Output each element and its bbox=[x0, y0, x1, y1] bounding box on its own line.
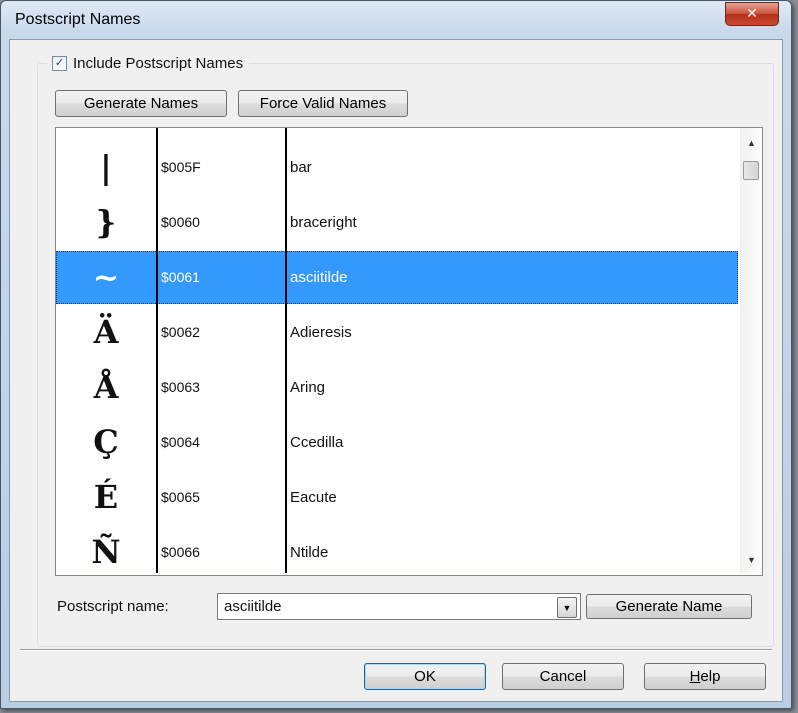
scroll-down-arrow-icon[interactable]: ▼ bbox=[741, 551, 762, 569]
cancel-label: Cancel bbox=[539, 668, 587, 685]
generate-name-label: Generate Name bbox=[615, 598, 723, 615]
code-cell: $005F bbox=[161, 159, 201, 175]
force-valid-names-button[interactable]: Force Valid Names bbox=[238, 90, 408, 117]
column-divider bbox=[156, 128, 158, 573]
glyph-cell: | bbox=[100, 148, 112, 186]
glyph-names-table[interactable]: | $005F bar} $0060 braceright ~ $0061 asciitild… bbox=[55, 127, 763, 576]
window-title: Postscript Names bbox=[15, 11, 141, 28]
name-cell: Ntilde bbox=[290, 544, 329, 561]
dialog-window: Postscript Names ✕ ✓ Include Postscript … bbox=[0, 0, 792, 709]
glyph-cell: Å bbox=[93, 368, 119, 406]
divider bbox=[20, 649, 772, 651]
force-valid-names-label: Force Valid Names bbox=[259, 95, 387, 112]
table-row[interactable]: | $005F bar bbox=[56, 141, 738, 194]
name-cell: Eacute bbox=[290, 489, 337, 506]
help-label: Help bbox=[690, 668, 721, 685]
code-cell: $0061 bbox=[161, 269, 200, 285]
title-bar[interactable]: Postscript Names ✕ bbox=[1, 1, 791, 39]
code-cell: $0065 bbox=[161, 489, 200, 505]
generate-name-button[interactable]: Generate Name bbox=[586, 594, 752, 619]
dialog-client-area: ✓ Include Postscript Names Generate Name… bbox=[9, 39, 783, 702]
code-cell: $0060 bbox=[161, 214, 200, 230]
table-row[interactable]: Ñ $0066 Ntilde bbox=[56, 526, 738, 575]
name-cell: bar bbox=[290, 159, 312, 176]
table-row[interactable]: ~ $0061 asciitilde bbox=[56, 251, 738, 304]
vertical-scrollbar[interactable]: ▲ ▼ bbox=[740, 128, 762, 573]
name-cell: Aring bbox=[290, 379, 326, 396]
table-row[interactable]: } $0060 braceright bbox=[56, 196, 738, 249]
code-cell: $0063 bbox=[161, 379, 200, 395]
help-label-rest: elp bbox=[700, 668, 721, 685]
glyph-cell: É bbox=[93, 478, 119, 516]
generate-names-label: Generate Names bbox=[83, 95, 199, 112]
include-postscript-names-toggle[interactable]: ✓ Include Postscript Names bbox=[47, 55, 250, 72]
column-divider bbox=[285, 128, 287, 573]
close-icon: ✕ bbox=[746, 6, 758, 22]
include-postscript-names-label: Include Postscript Names bbox=[73, 55, 244, 72]
table-row[interactable]: Ä $0062 Adieresis bbox=[56, 306, 738, 359]
code-cell: $0062 bbox=[161, 324, 200, 340]
chevron-down-icon: ▼ bbox=[562, 602, 572, 613]
ok-label: OK bbox=[414, 668, 436, 685]
name-cell: Ccedilla bbox=[290, 434, 344, 451]
scrollbar-thumb[interactable] bbox=[743, 161, 759, 180]
glyph-cell: } bbox=[95, 203, 117, 241]
name-cell: Adieresis bbox=[290, 324, 352, 341]
checkmark-icon: ✓ bbox=[54, 57, 65, 69]
cancel-button[interactable]: Cancel bbox=[502, 663, 624, 690]
close-button[interactable]: ✕ bbox=[725, 2, 779, 26]
code-cell: $0066 bbox=[161, 544, 200, 560]
glyph-cell: ~ bbox=[92, 258, 120, 296]
glyph-cell: Ñ bbox=[91, 533, 121, 571]
postscript-name-combobox[interactable]: asciitilde ▼ bbox=[217, 593, 581, 620]
code-cell: $0064 bbox=[161, 434, 200, 450]
help-mnemonic: H bbox=[689, 668, 701, 685]
scroll-up-arrow-icon[interactable]: ▲ bbox=[741, 134, 762, 152]
name-cell: braceright bbox=[290, 214, 357, 231]
dropdown-arrow-button[interactable]: ▼ bbox=[557, 597, 577, 618]
generate-names-button[interactable]: Generate Names bbox=[55, 90, 227, 117]
help-button[interactable]: Help bbox=[644, 663, 766, 690]
ok-button[interactable]: OK bbox=[364, 663, 486, 690]
name-cell: asciitilde bbox=[290, 269, 348, 286]
table-row[interactable]: Å $0063 Aring bbox=[56, 361, 738, 414]
postscript-name-label: Postscript name: bbox=[57, 598, 169, 615]
table-row[interactable]: Ç $0064 Ccedilla bbox=[56, 416, 738, 469]
table-row[interactable]: É $0065 Eacute bbox=[56, 471, 738, 524]
postscript-name-value[interactable]: asciitilde bbox=[224, 598, 282, 615]
glyph-cell: Ç bbox=[93, 423, 119, 461]
glyph-cell: Ä bbox=[93, 313, 119, 351]
include-postscript-names-checkbox[interactable]: ✓ bbox=[52, 56, 67, 71]
